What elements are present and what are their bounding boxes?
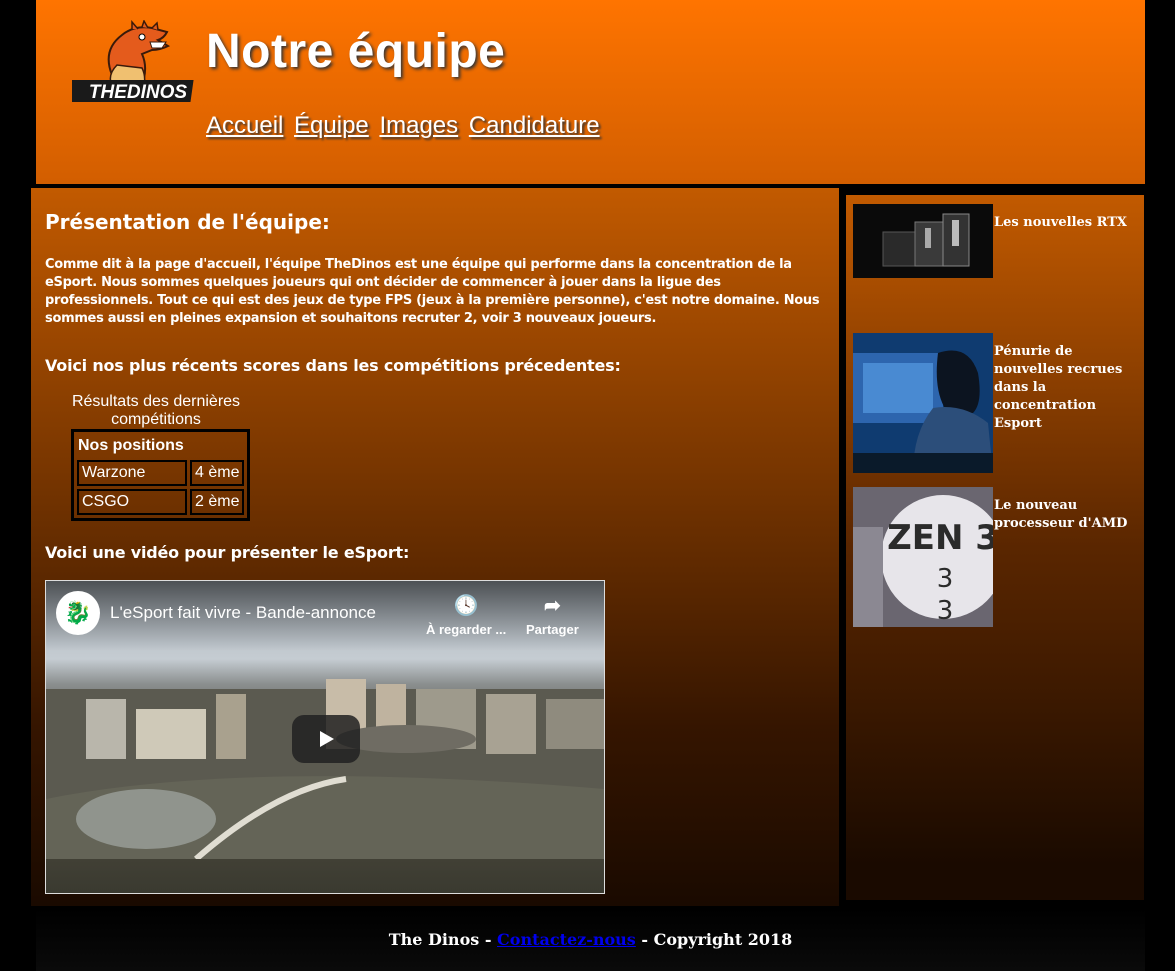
footer-brand: The Dinos -: [388, 930, 498, 949]
contact-link[interactable]: Contactez-nous: [497, 930, 636, 949]
news-item-amd[interactable]: ZEN 3 3 3 Le nouveau processeur d'AMD: [853, 487, 1143, 627]
channel-avatar-icon[interactable]: 🐉: [56, 591, 100, 635]
play-icon: [320, 731, 334, 747]
nav-link-accueil[interactable]: Accueil: [206, 112, 283, 139]
nav-link-equipe[interactable]: Équipe: [294, 112, 369, 139]
news-item-recrues[interactable]: Pénurie de nouvelles recrues dans la con…: [853, 333, 1143, 473]
news-item-rtx[interactable]: Les nouvelles RTX: [853, 204, 1143, 278]
video-thumbnail-city: [46, 679, 604, 859]
gamer-thumbnail: [853, 333, 993, 473]
results-header: Nos positions: [78, 437, 184, 454]
game-cell: CSGO: [77, 489, 187, 515]
nav-link-candidature[interactable]: Candidature: [469, 112, 600, 139]
news-title[interactable]: Le nouveau processeur d'AMD: [993, 487, 1143, 627]
thedinos-logo[interactable]: THEDINOS: [62, 19, 204, 106]
share-button[interactable]: ➦ Partager: [526, 593, 579, 637]
site-header: THEDINOS Notre équipe Accueil Équipe Ima…: [36, 0, 1145, 184]
clock-icon: 🕓: [453, 595, 479, 617]
zen3-thumbnail: ZEN 3 3 3: [853, 487, 993, 627]
svg-text:THEDINOS: THEDINOS: [89, 82, 188, 103]
video-player[interactable]: 🐉 L'eSport fait vivre - Bande-annonce 🕓 …: [45, 580, 605, 894]
watch-later-label: À regarder ...: [426, 622, 507, 637]
svg-text:ZEN 3: ZEN 3: [887, 518, 993, 558]
play-button[interactable]: [292, 715, 360, 763]
table-row: CSGO 2 ème: [77, 489, 245, 515]
position-cell: 4 ème: [190, 460, 245, 486]
scores-heading: Voici nos plus récents scores dans les c…: [45, 356, 621, 375]
share-arrow-icon: ➦: [543, 595, 561, 617]
footer-copyright: - Copyright 2018: [635, 930, 793, 949]
results-table: Nos positions Warzone 4 ème CSGO 2 ème: [71, 429, 251, 521]
position-cell: 2 ème: [190, 489, 245, 515]
game-cell: Warzone: [77, 460, 187, 486]
video-heading: Voici une vidéo pour présenter le eSport…: [45, 543, 410, 562]
team-intro-text: Comme dit à la page d'accueil, l'équipe …: [45, 257, 820, 326]
news-sidebar: Les nouvelles RTX Pénurie de nouvelles r…: [846, 195, 1144, 900]
site-footer: The Dinos - Contactez-nous - Copyright 2…: [36, 908, 1145, 971]
svg-text:3: 3: [937, 596, 954, 626]
news-title[interactable]: Les nouvelles RTX: [993, 204, 1127, 278]
section-heading: Présentation de l'équipe:: [45, 210, 330, 234]
watch-later-button[interactable]: 🕓 À regarder ...: [426, 593, 506, 637]
table-row: Warzone 4 ème: [77, 460, 245, 486]
rtx-thumbnail: [853, 204, 993, 278]
page-title: Notre équipe: [206, 25, 506, 78]
share-label: Partager: [526, 622, 579, 637]
nav-link-images[interactable]: Images: [379, 112, 458, 139]
svg-text:3: 3: [937, 564, 954, 594]
main-content: Présentation de l'équipe: Comme dit à la…: [31, 188, 839, 906]
news-title[interactable]: Pénurie de nouvelles recrues dans la con…: [993, 333, 1143, 473]
main-nav: Accueil Équipe Images Candidature: [206, 112, 604, 140]
video-title[interactable]: L'eSport fait vivre - Bande-annonce: [110, 603, 376, 623]
results-caption: Résultats des dernières compétitions: [71, 393, 241, 428]
